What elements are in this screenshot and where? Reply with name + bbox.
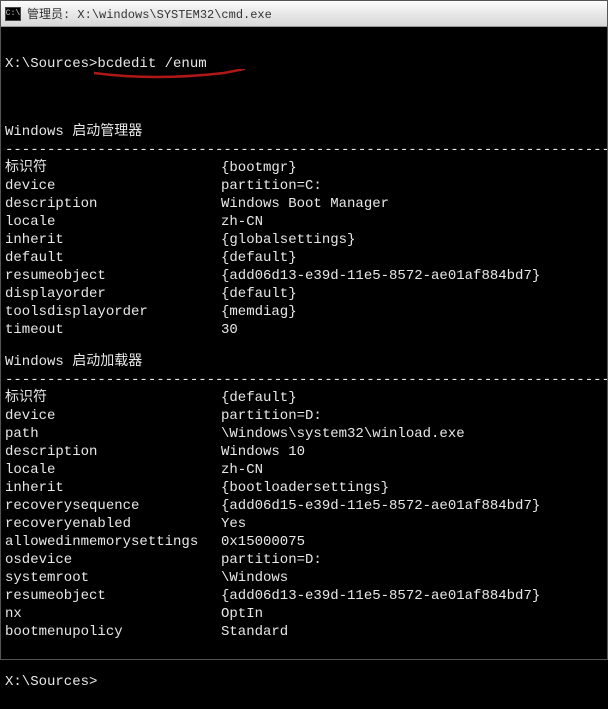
window-title: 管理员: X:\windows\SYSTEM32\cmd.exe <box>27 5 272 22</box>
output-row: resumeobject{add06d13-e39d-11e5-8572-ae0… <box>5 587 607 605</box>
prompt-command: bcdedit /enum <box>97 56 206 72</box>
output-key: osdevice <box>5 551 221 569</box>
output-row: inherit{bootloadersettings} <box>5 479 607 497</box>
output-key: resumeobject <box>5 587 221 605</box>
section-header: Windows 启动管理器 <box>5 123 607 141</box>
output-value: {globalsettings} <box>221 231 355 249</box>
output-row: devicepartition=D: <box>5 407 607 425</box>
output-value: {default} <box>221 285 297 303</box>
output-row: nxOptIn <box>5 605 607 623</box>
output-row: bootmenupolicyStandard <box>5 623 607 641</box>
output-value: {memdiag} <box>221 303 297 321</box>
output-row: osdevicepartition=D: <box>5 551 607 569</box>
output-key: device <box>5 407 221 425</box>
output-key: locale <box>5 461 221 479</box>
output-row: localezh-CN <box>5 213 607 231</box>
output-row: toolsdisplayorder{memdiag} <box>5 303 607 321</box>
output-value: zh-CN <box>221 213 263 231</box>
section-divider: ----------------------------------------… <box>5 371 607 389</box>
output-key: recoveryenabled <box>5 515 221 533</box>
output-key: locale <box>5 213 221 231</box>
output-row: inherit{globalsettings} <box>5 231 607 249</box>
output-value: partition=D: <box>221 551 322 569</box>
output-value: {add06d13-e39d-11e5-8572-ae01af884bd7} <box>221 267 540 285</box>
output-row: timeout30 <box>5 321 607 339</box>
section-divider: ----------------------------------------… <box>5 141 607 159</box>
output-key: timeout <box>5 321 221 339</box>
cmd-icon: C:\ <box>5 7 21 21</box>
output-value: Standard <box>221 623 288 641</box>
output-key: displayorder <box>5 285 221 303</box>
output-key: allowedinmemorysettings <box>5 533 221 551</box>
output-key: inherit <box>5 231 221 249</box>
output-key: device <box>5 177 221 195</box>
output-row: 标识符{bootmgr} <box>5 159 607 177</box>
output-value: {add06d15-e39d-11e5-8572-ae01af884bd7} <box>221 497 540 515</box>
prompt-line: X:\Sources>bcdedit /enum <box>5 55 607 73</box>
output-key: inherit <box>5 479 221 497</box>
output-key: bootmenupolicy <box>5 623 221 641</box>
output-key: 标识符 <box>5 389 221 407</box>
window-title-bar[interactable]: C:\ 管理员: X:\windows\SYSTEM32\cmd.exe <box>1 1 607 27</box>
output-key: systemroot <box>5 569 221 587</box>
output-row: resumeobject{add06d13-e39d-11e5-8572-ae0… <box>5 267 607 285</box>
section-header: Windows 启动加载器 <box>5 353 607 371</box>
output-key: toolsdisplayorder <box>5 303 221 321</box>
prompt-path: X:\Sources> <box>5 56 97 72</box>
output-key: path <box>5 425 221 443</box>
output-row: recoverysequence{add06d15-e39d-11e5-8572… <box>5 497 607 515</box>
output-row: descriptionWindows Boot Manager <box>5 195 607 213</box>
output-value: \Windows\system32\winload.exe <box>221 425 465 443</box>
output-value: Yes <box>221 515 246 533</box>
output-value: Windows Boot Manager <box>221 195 389 213</box>
output-key: recoverysequence <box>5 497 221 515</box>
output-row: devicepartition=C: <box>5 177 607 195</box>
output-key: description <box>5 195 221 213</box>
output-value: \Windows <box>221 569 288 587</box>
output-row: path\Windows\system32\winload.exe <box>5 425 607 443</box>
output-value: zh-CN <box>221 461 263 479</box>
output-value: {bootloadersettings} <box>221 479 389 497</box>
output-key: default <box>5 249 221 267</box>
output-row: default{default} <box>5 249 607 267</box>
output-value: {default} <box>221 389 297 407</box>
output-value: 0x15000075 <box>221 533 305 551</box>
output-key: resumeobject <box>5 267 221 285</box>
output-row: displayorder{default} <box>5 285 607 303</box>
output-value: Windows 10 <box>221 443 305 461</box>
output-value: {bootmgr} <box>221 159 297 177</box>
output-value: partition=D: <box>221 407 322 425</box>
output-row: systemroot\Windows <box>5 569 607 587</box>
output-row: descriptionWindows 10 <box>5 443 607 461</box>
output-row: recoveryenabledYes <box>5 515 607 533</box>
output-value: partition=C: <box>221 177 322 195</box>
output-value: {add06d13-e39d-11e5-8572-ae01af884bd7} <box>221 587 540 605</box>
output-key: 标识符 <box>5 159 221 177</box>
output-value: {default} <box>221 249 297 267</box>
output-row: allowedinmemorysettings0x15000075 <box>5 533 607 551</box>
output-key: nx <box>5 605 221 623</box>
terminal-output[interactable]: X:\Sources>bcdedit /enum Windows 启动管理器--… <box>1 27 607 659</box>
output-value: OptIn <box>221 605 263 623</box>
output-row: localezh-CN <box>5 461 607 479</box>
output-value: 30 <box>221 321 238 339</box>
output-key: description <box>5 443 221 461</box>
prompt-line-bottom: X:\Sources> <box>5 673 607 691</box>
output-row: 标识符{default} <box>5 389 607 407</box>
